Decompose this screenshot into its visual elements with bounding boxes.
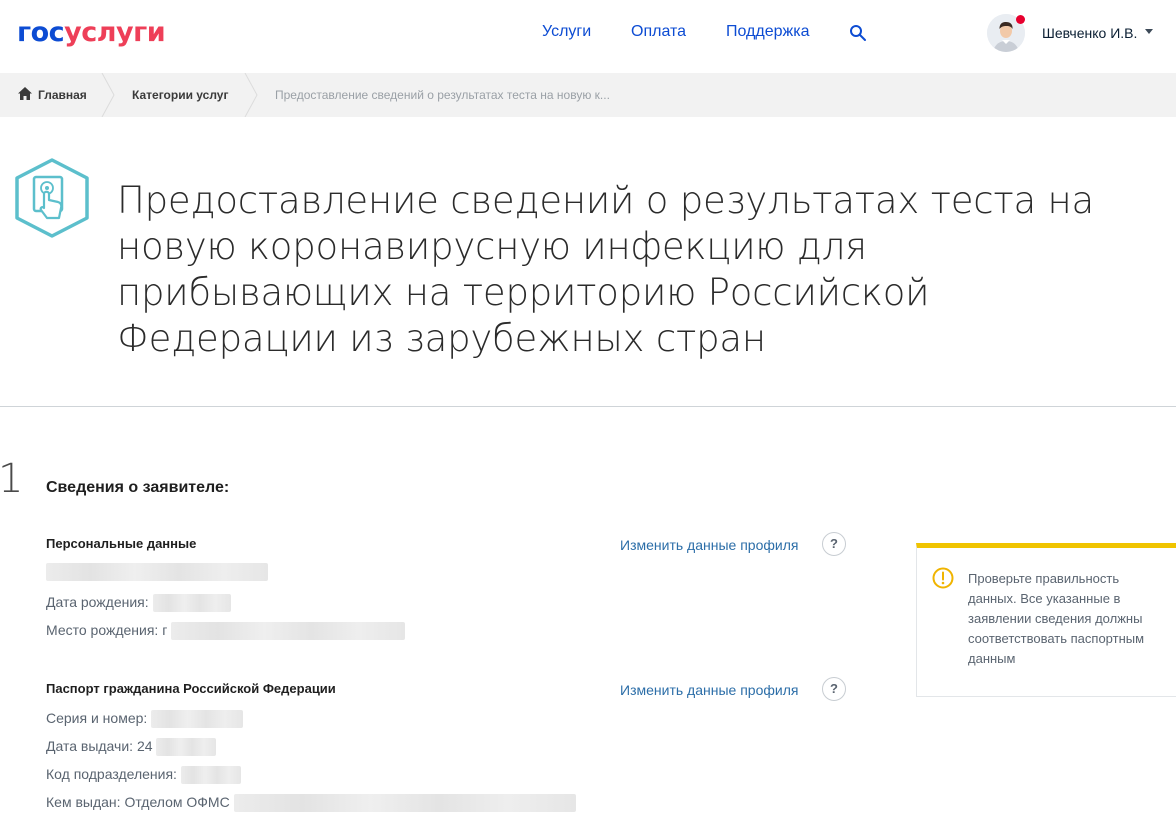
issued-by-field: Кем выдан: Отделом ОФМС xyxy=(46,793,576,813)
redacted-value xyxy=(233,794,576,813)
chevron-down-icon[interactable] xyxy=(1145,29,1153,34)
warning-notice: Проверьте правильность данных. Все указа… xyxy=(916,543,1176,697)
issued-by-prefix: Отделом ОФМС xyxy=(124,794,230,810)
edit-profile-link[interactable]: Изменить данные профиля xyxy=(620,681,798,699)
help-button[interactable]: ? xyxy=(822,677,846,701)
hand-card-icon xyxy=(15,158,89,238)
division-code-label: Код подразделения: xyxy=(46,766,177,782)
notification-dot xyxy=(1016,15,1025,24)
birth-place-label: Место рождения: xyxy=(46,622,159,638)
redacted-value xyxy=(152,594,231,613)
full-name-field xyxy=(46,562,268,582)
issue-date-field: Дата выдачи: 24 xyxy=(46,737,217,757)
breadcrumb: Главная Категории услуг Предоставление с… xyxy=(0,73,1176,117)
breadcrumb-categories[interactable]: Категории услуг xyxy=(132,73,228,117)
birth-date-field: Дата рождения: xyxy=(46,593,231,613)
page-title: Предоставление сведений о результатах те… xyxy=(117,179,1095,360)
division-code-field: Код подразделения: xyxy=(46,765,241,785)
issue-date-prefix: 24 xyxy=(136,738,153,754)
section-title: Сведения о заявителе: xyxy=(46,479,230,496)
gosuslugi-logo[interactable]: госуслуги xyxy=(17,16,166,50)
help-button[interactable]: ? xyxy=(822,532,846,556)
redacted-value xyxy=(151,710,244,729)
redacted-value xyxy=(156,738,217,757)
breadcrumb-current: Предоставление сведений о результатах те… xyxy=(275,88,610,102)
nav-services[interactable]: Услуги xyxy=(542,22,591,42)
breadcrumb-separator-icon xyxy=(244,73,258,117)
birth-place-field: Место рождения: г xyxy=(46,621,406,641)
redacted-value xyxy=(171,622,406,641)
redacted-value xyxy=(180,766,241,785)
issued-by-label: Кем выдан: xyxy=(46,794,121,810)
search-icon[interactable] xyxy=(849,24,867,42)
breadcrumb-home[interactable]: Главная xyxy=(38,73,87,117)
breadcrumb-separator-icon xyxy=(101,73,115,117)
section-divider xyxy=(0,406,1176,407)
redacted-value xyxy=(46,563,268,582)
nav-payment[interactable]: Оплата xyxy=(631,22,686,42)
user-name[interactable]: Шевченко И.В. xyxy=(1042,24,1137,42)
logo-part-gos: гос xyxy=(17,17,65,48)
exclamation-circle-icon xyxy=(932,567,954,589)
birth-place-prefix: г xyxy=(162,622,168,638)
issue-date-label: Дата выдачи: xyxy=(46,738,134,754)
passport-series-field: Серия и номер: xyxy=(46,709,244,729)
site-header: госуслуги Услуги Оплата Поддержка Шевчен… xyxy=(0,0,1176,72)
passport-title: Паспорт гражданина Российской Федерации xyxy=(46,681,336,696)
personal-data-title: Персональные данные xyxy=(46,536,197,551)
nav-support[interactable]: Поддержка xyxy=(726,22,809,42)
notice-text: Проверьте правильность данных. Все указа… xyxy=(968,571,1145,666)
home-icon[interactable] xyxy=(18,87,32,100)
birth-date-label: Дата рождения: xyxy=(46,594,149,610)
logo-part-uslugi: услуги xyxy=(64,17,166,48)
step-number: 1 xyxy=(0,456,24,502)
passport-series-label: Серия и номер: xyxy=(46,710,148,726)
edit-profile-link[interactable]: Изменить данные профиля xyxy=(620,536,798,554)
